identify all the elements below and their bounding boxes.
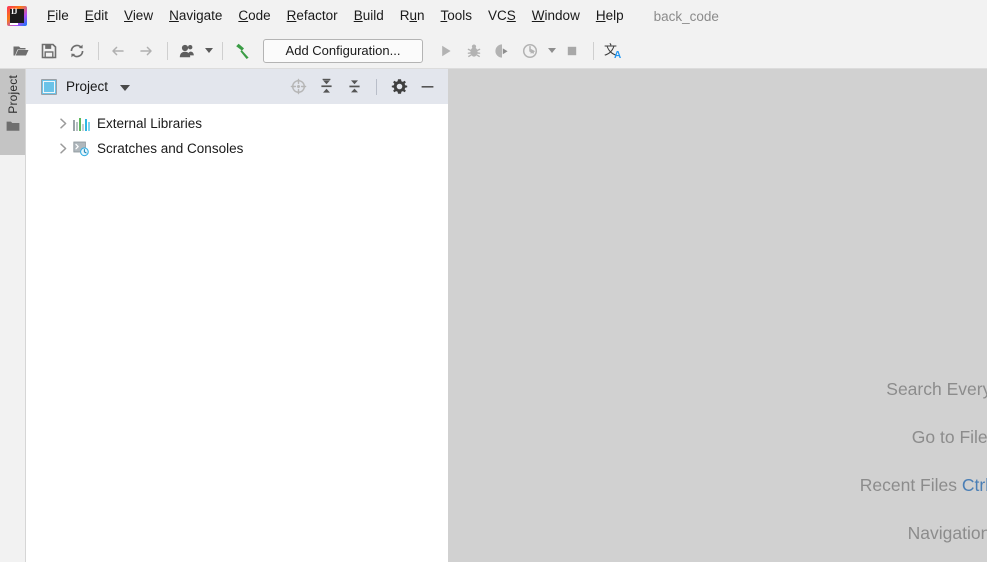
project-tool-window: Project External Libraries Scratches and…	[26, 69, 448, 562]
hint-row-recent-files: Recent Files Ctrl+E	[448, 461, 987, 509]
main-toolbar: Add Configuration... 文 A	[0, 32, 987, 69]
chevron-right-icon[interactable]	[59, 143, 73, 154]
editor-empty-area[interactable]: Search Everywhere Go to File Ctrl+Shift …	[448, 69, 987, 562]
project-panel-actions	[281, 69, 438, 104]
hint-action-label: Recent Files	[859, 475, 958, 495]
project-panel-action-separator	[376, 78, 377, 95]
menu-item-code[interactable]: Code	[230, 5, 278, 27]
intellij-idea-logo: IJ	[7, 6, 27, 26]
menu-item-build[interactable]: Build	[346, 5, 392, 27]
navigate-forward-icon[interactable]	[133, 38, 159, 64]
menu-item-tools[interactable]: Tools	[433, 5, 481, 27]
menu-bar: IJ File Edit View Navigate Code Refactor…	[0, 0, 987, 32]
hint-row-navigation-bar: Navigation Bar Alt+	[448, 509, 987, 557]
menu-item-file[interactable]: File	[39, 5, 77, 27]
tree-item-external-libraries[interactable]: External Libraries	[26, 111, 448, 136]
project-view-chevron-down-icon[interactable]	[120, 84, 131, 91]
svg-text:A: A	[614, 50, 621, 61]
run-icon[interactable]	[433, 38, 459, 64]
hint-action-label: Search Everywhere	[886, 379, 987, 399]
synchronize-icon[interactable]	[64, 38, 90, 64]
stripe-tab-project-label: Project	[5, 75, 20, 114]
expand-all-icon[interactable]	[315, 76, 337, 98]
project-panel-title: Project	[66, 79, 109, 94]
hint-row-go-to-file: Go to File Ctrl+Shift	[448, 413, 987, 461]
menu-item-navigate[interactable]: Navigate	[161, 5, 230, 27]
select-opened-file-icon[interactable]	[287, 76, 309, 98]
tree-item-label: External Libraries	[97, 116, 203, 131]
gear-icon[interactable]	[388, 76, 410, 98]
toolbar-separator-3	[222, 41, 223, 60]
hint-action-label: Go to File	[911, 427, 987, 447]
hint-shortcut-label: Ctrl+E	[961, 475, 987, 495]
tree-item-scratches-and-consoles[interactable]: Scratches and Consoles	[26, 136, 448, 161]
add-configuration-button[interactable]: Add Configuration...	[263, 38, 423, 63]
run-with-coverage-icon[interactable]	[489, 38, 515, 64]
collapse-all-icon[interactable]	[343, 76, 365, 98]
vcs-dropdown-chevron-down-icon[interactable]	[202, 38, 216, 64]
menu-item-run[interactable]: Run	[392, 5, 433, 27]
open-folder-icon[interactable]	[8, 38, 34, 64]
translate-icon[interactable]: 文 A	[600, 38, 626, 64]
intellij-idea-window: IJ File Edit View Navigate Code Refactor…	[0, 0, 987, 562]
vcs-operations-icon[interactable]	[174, 38, 200, 64]
scratches-icon	[73, 141, 90, 157]
menu-item-window[interactable]: Window	[524, 5, 588, 27]
folder-icon	[6, 119, 20, 137]
project-panel-header: Project	[26, 69, 448, 104]
menu-item-edit[interactable]: Edit	[77, 5, 116, 27]
save-all-icon[interactable]	[36, 38, 62, 64]
build-project-hammer-icon[interactable]	[229, 38, 255, 64]
project-title: back_code	[653, 8, 719, 24]
tree-item-label: Scratches and Consoles	[97, 141, 244, 156]
debug-icon[interactable]	[461, 38, 487, 64]
profile-dropdown-chevron-down-icon[interactable]	[545, 38, 559, 64]
project-tree: External Libraries Scratches and Console…	[26, 104, 448, 161]
navigate-back-icon[interactable]	[105, 38, 131, 64]
editor-shortcut-hints: Search Everywhere Go to File Ctrl+Shift …	[448, 365, 987, 557]
hint-action-label: Navigation Bar	[907, 523, 987, 543]
menu-item-view[interactable]: View	[116, 5, 161, 27]
stop-icon[interactable]	[559, 38, 585, 64]
library-bars-icon	[73, 116, 90, 132]
chevron-right-icon[interactable]	[59, 118, 73, 129]
hide-tool-window-icon[interactable]	[416, 76, 438, 98]
profile-icon[interactable]	[517, 38, 543, 64]
stripe-tab-project[interactable]: Project	[0, 69, 25, 155]
hint-row-search-everywhere: Search Everywhere	[448, 365, 987, 413]
menu-item-help[interactable]: Help	[588, 5, 632, 27]
toolbar-separator-2	[167, 41, 168, 60]
project-view-icon	[41, 78, 57, 95]
left-tool-window-stripe: Project	[0, 69, 26, 562]
menu-item-refactor[interactable]: Refactor	[279, 5, 346, 27]
menu-item-vcs[interactable]: VCS	[480, 5, 524, 27]
toolbar-separator-1	[98, 41, 99, 60]
toolbar-separator-4	[593, 41, 594, 60]
